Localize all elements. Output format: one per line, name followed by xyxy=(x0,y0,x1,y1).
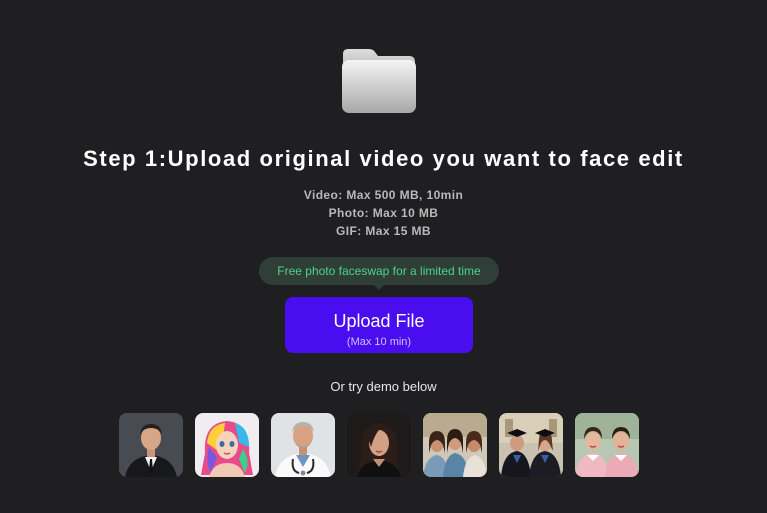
promo-badge: Free photo faceswap for a limited time xyxy=(259,257,499,285)
folder-icon[interactable] xyxy=(341,48,417,114)
demo-label: Or try demo below xyxy=(330,379,437,394)
man-in-suit-thumbnail[interactable] xyxy=(119,413,183,477)
upload-file-button[interactable]: Upload File (Max 10 min) xyxy=(285,297,473,353)
upload-page: Step 1:Upload original video you want to… xyxy=(0,0,767,513)
photo-limit-text: Photo: Max 10 MB xyxy=(328,206,439,220)
upload-button-label: Upload File xyxy=(333,310,425,331)
upload-button-sublabel: (Max 10 min) xyxy=(346,335,412,348)
video-limit-text: Video: Max 500 MB, 10min xyxy=(303,188,464,202)
vintage-women-thumbnail[interactable] xyxy=(575,413,639,477)
gif-limit-text: GIF: Max 15 MB xyxy=(336,224,431,238)
graduates-thumbnail[interactable] xyxy=(499,413,563,477)
promo-pointer xyxy=(373,284,385,290)
three-women-thumbnail[interactable] xyxy=(423,413,487,477)
rainbow-hair-girl-thumbnail[interactable] xyxy=(195,413,259,477)
demo-thumbnails xyxy=(119,413,639,477)
doctor-thumbnail[interactable] xyxy=(271,413,335,477)
page-title: Step 1:Upload original video you want to… xyxy=(83,146,684,171)
upload-limits: Video: Max 500 MB, 10min Photo: Max 10 M… xyxy=(0,186,767,240)
woman-dark-hair-thumbnail[interactable] xyxy=(347,413,411,477)
